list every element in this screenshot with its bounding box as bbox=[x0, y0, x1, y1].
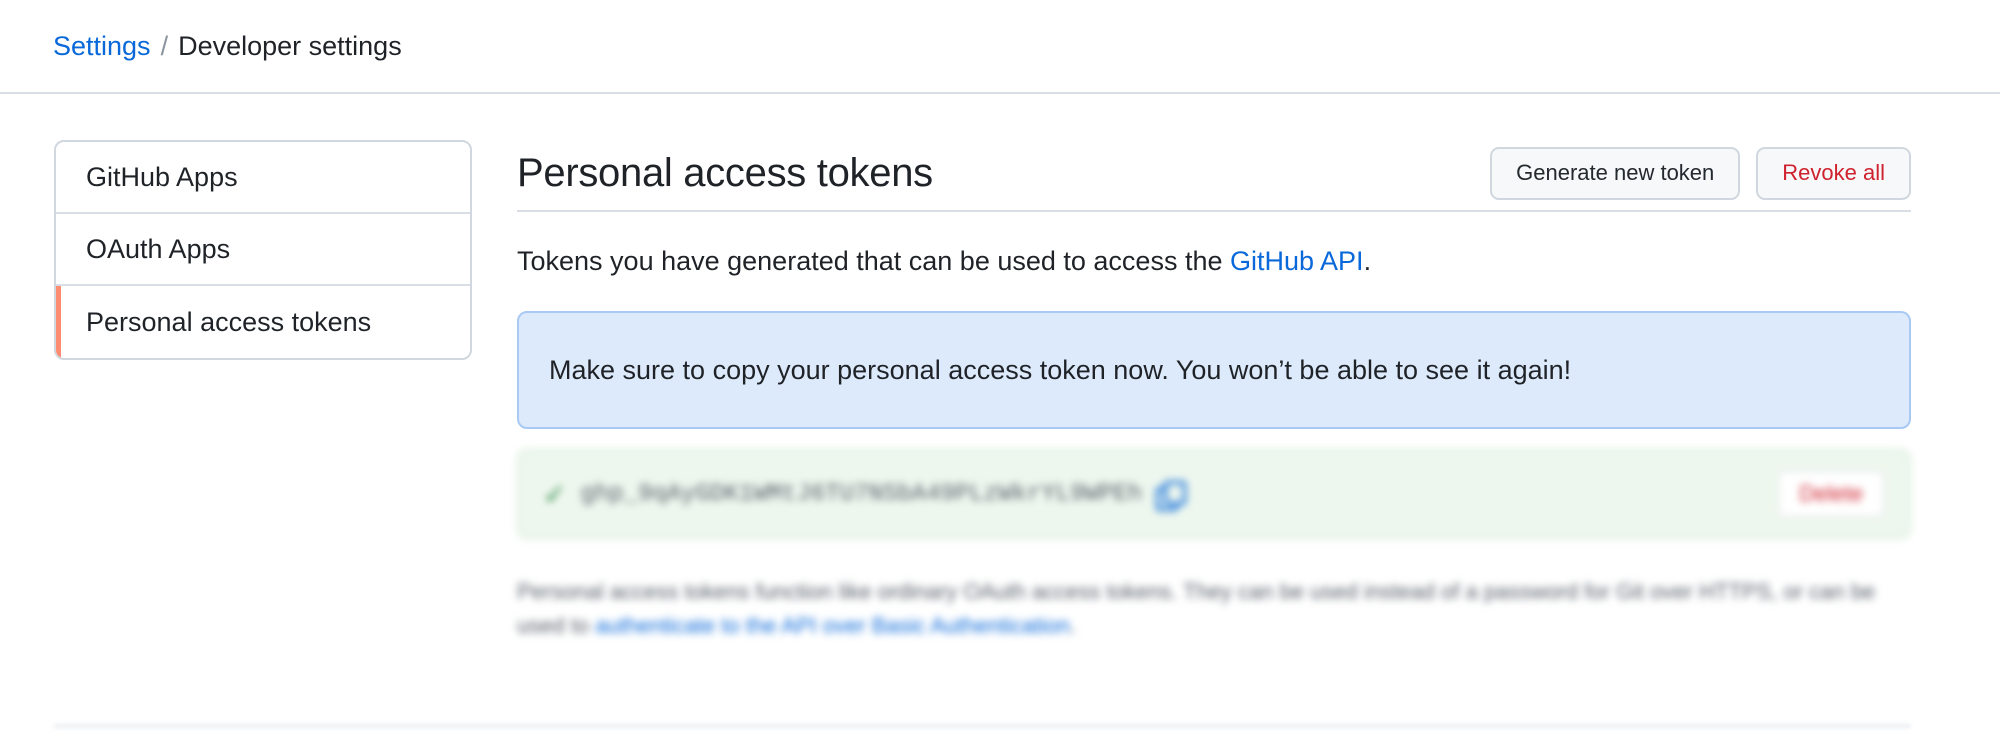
sidebar-item-label: Personal access tokens bbox=[86, 306, 372, 337]
main-content: Personal access tokens Generate new toke… bbox=[517, 140, 1911, 643]
new-token-box: ✓ ghp_9qAyGDK1WMtJ6TU7NSbA49PLzWkrYL9WPE… bbox=[517, 449, 1911, 539]
delete-token-button[interactable]: Delete bbox=[1777, 470, 1885, 518]
token-usage-note: Personal access tokens function like ord… bbox=[517, 575, 1911, 643]
basic-auth-link[interactable]: authenticate to the API over Basic Authe… bbox=[595, 613, 1070, 638]
breadcrumb: Settings / Developer settings bbox=[0, 0, 2000, 94]
sidebar-item-oauth-apps[interactable]: OAuth Apps bbox=[56, 214, 470, 286]
check-icon: ✓ bbox=[543, 478, 567, 510]
footer-divider bbox=[54, 724, 1911, 728]
page-header: Personal access tokens Generate new toke… bbox=[517, 140, 1911, 212]
sidebar-item-github-apps[interactable]: GitHub Apps bbox=[56, 142, 470, 214]
token-value: ghp_9qAyGDK1WMtJ6TU7NSbA49PLzWkrYL9WPEh bbox=[580, 480, 1143, 508]
sidebar-item-label: GitHub Apps bbox=[86, 161, 238, 192]
intro-text: Tokens you have generated that can be us… bbox=[517, 246, 1911, 277]
generate-new-token-button[interactable]: Generate new token bbox=[1490, 146, 1741, 200]
intro-end: . bbox=[1363, 246, 1372, 276]
sidebar-item-label: OAuth Apps bbox=[86, 233, 231, 264]
flash-message: Make sure to copy your personal access t… bbox=[549, 354, 1572, 385]
developer-settings-sidebar: GitHub Apps OAuth Apps Personal access t… bbox=[54, 140, 472, 360]
copy-icon[interactable] bbox=[1156, 481, 1187, 511]
revoke-all-button[interactable]: Revoke all bbox=[1756, 146, 1911, 200]
note-end: . bbox=[1069, 613, 1076, 638]
copy-token-flash: Make sure to copy your personal access t… bbox=[517, 311, 1911, 429]
intro-body: Tokens you have generated that can be us… bbox=[517, 246, 1230, 276]
sidebar-item-personal-access-tokens[interactable]: Personal access tokens bbox=[56, 286, 470, 358]
header-actions: Generate new token Revoke all bbox=[1490, 146, 1911, 200]
page-title: Personal access tokens bbox=[517, 150, 933, 195]
github-api-link[interactable]: GitHub API bbox=[1230, 246, 1364, 276]
breadcrumb-separator: / bbox=[160, 30, 169, 61]
breadcrumb-current: Developer settings bbox=[178, 30, 402, 61]
token-left: ✓ ghp_9qAyGDK1WMtJ6TU7NSbA49PLzWkrYL9WPE… bbox=[543, 478, 1187, 511]
breadcrumb-settings-link[interactable]: Settings bbox=[53, 31, 151, 62]
